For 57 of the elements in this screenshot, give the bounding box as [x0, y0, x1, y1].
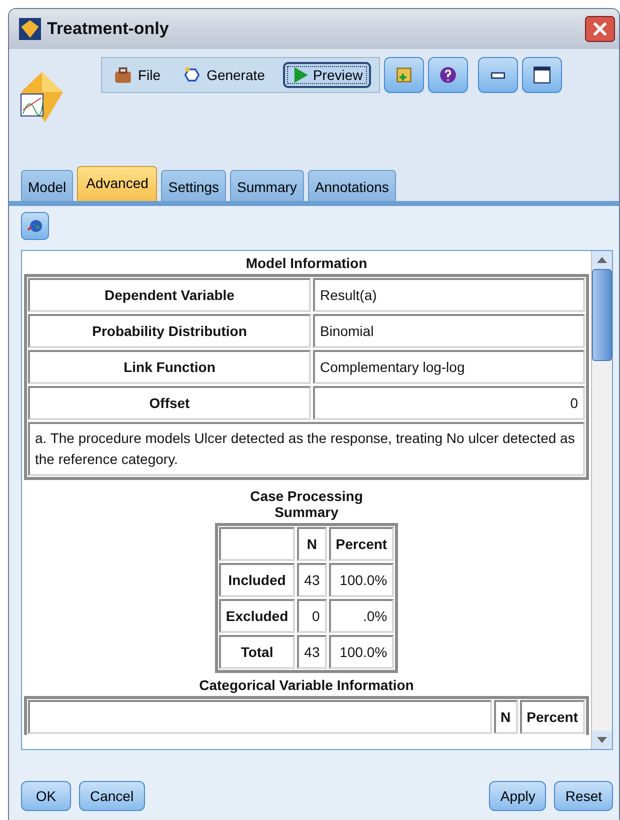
- dialog-button[interactable]: OK: [21, 781, 71, 811]
- dialog-button[interactable]: Cancel: [79, 781, 145, 811]
- table-cell: 100.0%: [328, 563, 394, 597]
- row-header: Included: [218, 563, 296, 597]
- close-icon: [593, 22, 607, 36]
- add-button[interactable]: [384, 57, 424, 93]
- add-icon: [394, 66, 413, 84]
- column-header: Percent: [328, 527, 394, 561]
- window-title: Treatment-only: [47, 19, 170, 39]
- tab[interactable]: Advanced: [77, 166, 158, 201]
- footnote: a. The procedure models Ulcer detected as the response, treating No ulcer detected as the reference category.: [28, 422, 585, 476]
- export-button[interactable]: [21, 212, 49, 240]
- help-button[interactable]: [428, 57, 468, 93]
- row-header: Dependent Variable: [28, 278, 311, 312]
- preview-button[interactable]: Preview: [282, 62, 371, 88]
- row-header: Link Function: [28, 350, 311, 384]
- dialog-button[interactable]: Apply: [489, 781, 546, 811]
- table-cell: 43: [297, 563, 327, 597]
- table-title: Categorical Variable Information: [199, 676, 414, 695]
- globe-icon: [27, 218, 43, 234]
- column-header: Percent: [520, 700, 585, 734]
- tab[interactable]: Settings: [161, 170, 226, 201]
- maximize-button[interactable]: [522, 57, 562, 93]
- down-arrow-icon[interactable]: [597, 737, 607, 743]
- hexagon-icon: [182, 66, 201, 84]
- tab[interactable]: Summary: [230, 170, 304, 201]
- table-cell: 43: [297, 635, 327, 669]
- tab[interactable]: Model: [21, 170, 74, 201]
- scrollbar[interactable]: [591, 251, 612, 749]
- table-cell: Complementary log-log: [313, 350, 585, 384]
- up-arrow-icon[interactable]: [597, 257, 607, 263]
- column-header: N: [297, 527, 327, 561]
- table-cell: Result(a): [313, 278, 585, 312]
- row-header: Offset: [28, 386, 311, 420]
- table-cell: 100.0%: [328, 635, 394, 669]
- table-title: Model Information: [246, 254, 368, 273]
- briefcase-icon: [114, 66, 132, 84]
- minimize-icon: [490, 72, 505, 78]
- table-cell: .0%: [328, 599, 394, 633]
- minimize-button[interactable]: [478, 57, 518, 93]
- column-header: N: [494, 700, 518, 734]
- diamond-icon: [19, 18, 41, 40]
- row-header: Probability Distribution: [28, 314, 311, 348]
- close-button[interactable]: [585, 16, 615, 42]
- dialog-button[interactable]: Reset: [554, 781, 613, 811]
- row-header: Excluded: [218, 599, 296, 633]
- table-cell: 0: [313, 386, 585, 420]
- maximize-icon: [532, 66, 551, 84]
- table-cell: Binomial: [313, 314, 585, 348]
- generate-menu[interactable]: Generate: [178, 66, 269, 84]
- row-header: Total: [218, 635, 296, 669]
- help-icon: [438, 66, 457, 84]
- tab[interactable]: Annotations: [308, 170, 396, 201]
- scroll-thumb[interactable]: [592, 269, 612, 361]
- file-menu[interactable]: File: [110, 66, 165, 84]
- table-cell: 0: [297, 599, 327, 633]
- table-title: Case Processing Summary: [249, 487, 364, 522]
